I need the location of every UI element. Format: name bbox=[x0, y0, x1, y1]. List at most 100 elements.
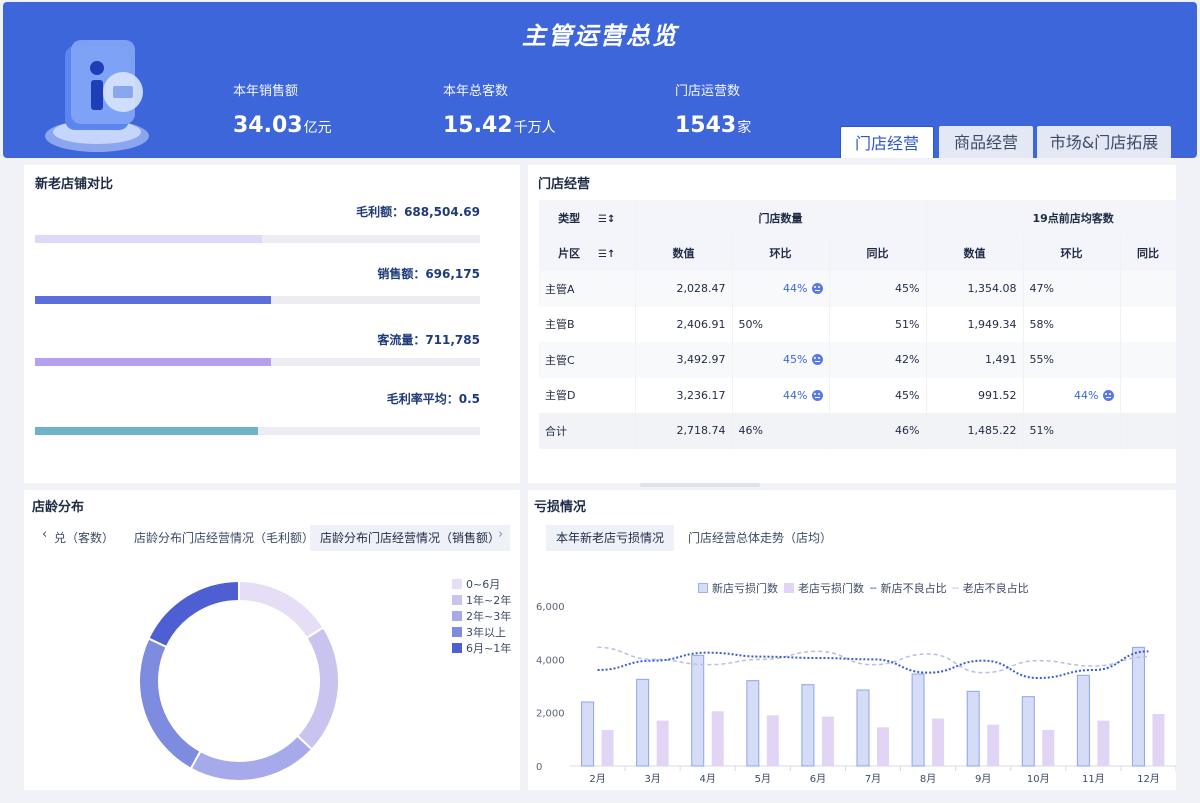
tab-store-operations[interactable]: 门店经营 bbox=[840, 126, 934, 158]
tab-product-operations[interactable]: 商品经营 bbox=[939, 126, 1033, 158]
old-store-loss-bar bbox=[932, 718, 945, 766]
table-cell: 51% bbox=[1023, 413, 1121, 449]
dashed-line-icon: ╌ bbox=[870, 582, 877, 595]
table-row[interactable]: 主管A 2,028.47 44% 45% 1,354.08 47% bbox=[539, 271, 1177, 307]
row-label: 主管A bbox=[539, 271, 636, 307]
table-cell bbox=[1120, 271, 1177, 307]
legend-swatch bbox=[452, 611, 462, 621]
donut-slice[interactable] bbox=[189, 734, 314, 782]
donut-slice[interactable] bbox=[295, 626, 340, 751]
gross-profit-label: 毛利额：688,504.69 bbox=[356, 205, 480, 219]
table-cell: 2,028.47 bbox=[635, 271, 733, 307]
store-age-title: 店龄分布 bbox=[32, 500, 85, 515]
legend-item[interactable]: 1年~2年 bbox=[452, 592, 511, 608]
new-store-loss-bar bbox=[966, 690, 980, 767]
kpi-unit: 千万人 bbox=[513, 120, 556, 136]
table-cell: 51% bbox=[829, 306, 927, 342]
horizontal-scrollbar[interactable] bbox=[640, 483, 760, 487]
legend-new-loss: 新店亏损门数 bbox=[698, 580, 778, 596]
kpi-stores-operating: 门店运营数 1543家 bbox=[675, 80, 751, 138]
table-cell bbox=[1120, 413, 1177, 449]
table-cell: 2,406.91 bbox=[635, 306, 733, 342]
kpi-label: 本年总客数 bbox=[443, 84, 509, 99]
sales-bar bbox=[35, 296, 480, 304]
old-store-loss-bar bbox=[821, 716, 834, 766]
loss-panel: 亏损情况 本年新老店亏损情况 门店经营总体走势（店均） 新店亏损门数 老店亏损门… bbox=[528, 490, 1176, 790]
x-tick-label: 4月 bbox=[700, 773, 716, 785]
donut-slice[interactable] bbox=[238, 579, 325, 640]
kpi-label: 门店运营数 bbox=[675, 84, 741, 99]
sad-face-icon bbox=[811, 389, 823, 401]
legend-item[interactable]: 2年~3年 bbox=[452, 608, 511, 624]
legend-item[interactable]: 0~6月 bbox=[452, 576, 500, 592]
table-body: 主管A 2,028.47 44% 45% 1,354.08 47% 主管B 2,406.91 5… bbox=[539, 271, 1177, 449]
sales-bar-fill bbox=[35, 296, 271, 304]
subtab-overall-trend[interactable]: 门店经营总体走势（店均） bbox=[678, 525, 842, 551]
subtab-age-customers[interactable]: 兑（客数） bbox=[44, 525, 124, 551]
donut-slice[interactable] bbox=[138, 637, 202, 770]
table-cell bbox=[1120, 342, 1177, 378]
table-cell: 44% bbox=[1023, 377, 1121, 413]
store-age-panel: 店龄分布 ‹ 兑（客数） 店龄分布门店经营情况（毛利额） 店龄分布门店经营情况（… bbox=[24, 490, 520, 790]
table-row[interactable]: 主管D 3,236.17 44% 45% 991.52 44% bbox=[539, 377, 1177, 413]
row-label: 主管D bbox=[539, 377, 636, 413]
table-cell bbox=[1120, 306, 1177, 342]
table-row[interactable]: 主管C 3,492.97 45% 42% 1,491 55% bbox=[539, 342, 1177, 378]
legend-swatch bbox=[452, 579, 462, 589]
traffic-label: 客流量：711,785 bbox=[377, 333, 480, 347]
legend-item[interactable]: 3年以上 bbox=[452, 624, 506, 640]
row-label: 主管C bbox=[539, 342, 636, 378]
table-row[interactable]: 主管B 2,406.91 50% 51% 1,949.34 58% bbox=[539, 306, 1177, 342]
table-header-row: 类型 ☰↕ 门店数量 19点前店均客数 bbox=[539, 200, 1177, 236]
sad-face-icon bbox=[811, 354, 823, 366]
table-cell: 3,492.97 bbox=[635, 342, 733, 378]
subtab-age-sales[interactable]: 店龄分布门店经营情况（销售额） bbox=[310, 525, 511, 551]
x-tick-label: 5月 bbox=[755, 773, 771, 785]
old-store-loss-bar bbox=[1097, 720, 1110, 766]
legend-item[interactable]: 6月~1年 bbox=[452, 640, 511, 656]
chevron-right-icon[interactable]: › bbox=[498, 527, 503, 542]
table-cell: 42% bbox=[829, 342, 927, 378]
old-store-loss-bar bbox=[877, 727, 889, 766]
kpi-value: 1543 bbox=[675, 113, 737, 138]
old-store-loss-bar bbox=[1042, 730, 1055, 766]
table-cell bbox=[1120, 377, 1177, 413]
new-store-loss-bar bbox=[911, 673, 925, 767]
col-yoy: 同比 bbox=[829, 235, 927, 271]
table-row[interactable]: 合计 2,718.74 46% 46% 1,485.22 51% bbox=[539, 413, 1177, 449]
table-cell: 44% bbox=[732, 377, 830, 413]
x-tick-label: 7月 bbox=[865, 773, 881, 785]
dashed-line-icon: ╌ bbox=[952, 582, 959, 595]
gross-profit-bar-fill bbox=[35, 235, 262, 243]
legend-swatch bbox=[452, 643, 462, 653]
donut-slice[interactable] bbox=[147, 579, 240, 649]
kpi-value: 34.03 bbox=[233, 113, 303, 138]
info-logo-icon bbox=[45, 40, 149, 152]
kpi-label: 本年销售额 bbox=[233, 84, 299, 99]
subtab-new-old-loss[interactable]: 本年新老店亏损情况 bbox=[546, 525, 675, 551]
tab-market-expansion[interactable]: 市场&门店拓展 bbox=[1037, 126, 1171, 158]
column-type[interactable]: 类型 ☰↕ bbox=[539, 200, 636, 236]
traffic-bar bbox=[35, 358, 480, 366]
table-cell: 1,485.22 bbox=[926, 413, 1024, 449]
table-cell: 58% bbox=[1023, 306, 1121, 342]
store-ops-title: 门店经营 bbox=[538, 177, 591, 192]
sales-label: 销售额：696,175 bbox=[377, 267, 480, 281]
old-store-loss-bar bbox=[711, 711, 724, 766]
group-store-count: 门店数量 bbox=[635, 200, 927, 236]
column-area[interactable]: 片区 ☰↑ bbox=[539, 235, 636, 271]
store-age-legend: 0~6月 1年~2年 2年~3年 3年以上 6月~1年 bbox=[452, 576, 518, 656]
legend-old-ratio: ╌ 老店不良占比 bbox=[952, 582, 1029, 595]
subtab-age-gross-profit[interactable]: 店龄分布门店经营情况（毛利额） bbox=[124, 525, 324, 551]
compare-panel: 新老店铺对比 毛利额：688,504.69 销售额：696,175 客流量：71… bbox=[24, 165, 520, 483]
x-tick-label: 11月 bbox=[1082, 773, 1105, 785]
new-store-loss-bar bbox=[1131, 646, 1145, 767]
table-cell: 55% bbox=[1023, 342, 1121, 378]
col-mom: 环比 bbox=[1023, 235, 1121, 271]
sort-asc-icon[interactable]: ☰↑ bbox=[598, 249, 615, 260]
sort-icon[interactable]: ☰↕ bbox=[598, 214, 615, 225]
new-store-loss-bar bbox=[691, 654, 705, 767]
legend-new-ratio: ╌ 新店不良占比 bbox=[870, 582, 947, 595]
sad-face-icon bbox=[811, 283, 823, 295]
x-tick-label: 6月 bbox=[810, 773, 826, 785]
